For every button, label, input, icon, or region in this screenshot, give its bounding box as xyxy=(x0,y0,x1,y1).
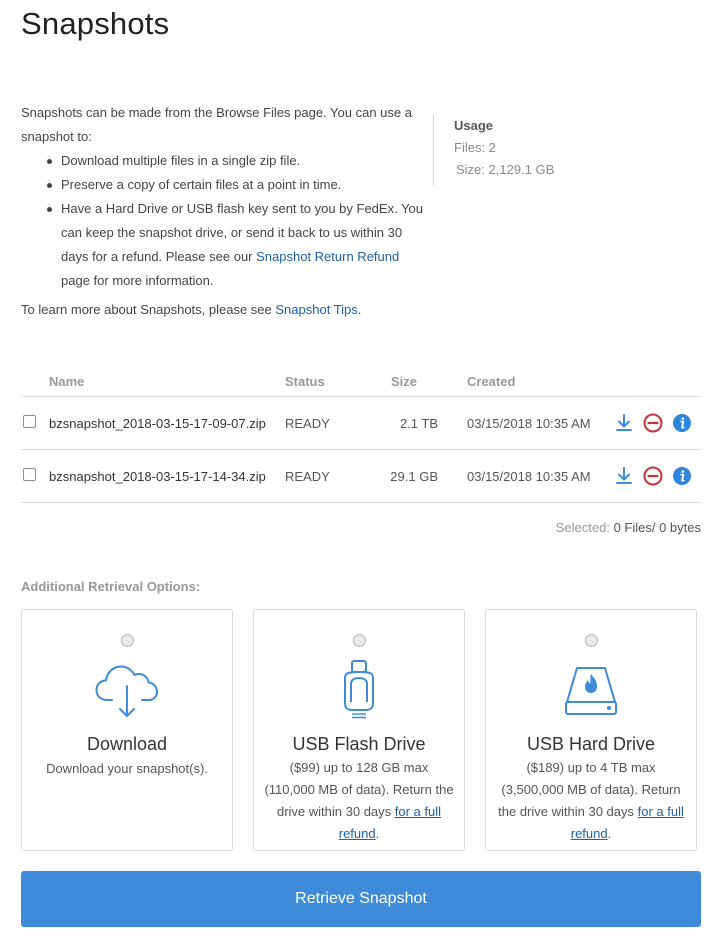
option-radio-download[interactable] xyxy=(121,634,134,647)
snapshot-created: 03/15/2018 10:35 AM xyxy=(467,469,591,484)
option-radio-usb-flash-drive[interactable] xyxy=(353,634,366,647)
usage-files-label: Files: xyxy=(454,140,489,155)
option-description: ($99) up to 128 GB max (110,000 MB of da… xyxy=(264,757,454,845)
option-description-tail: . xyxy=(607,826,612,841)
column-header-size[interactable]: Size xyxy=(391,374,417,389)
usb-flash-drive-icon xyxy=(254,658,464,720)
snapshot-status: READY xyxy=(285,469,330,484)
snapshot-status: READY xyxy=(285,416,330,431)
learn-more-tail: . xyxy=(357,302,362,317)
option-description-tail: . xyxy=(375,826,380,841)
snapshot-size: 2.1 TB xyxy=(399,416,438,431)
snapshot-name: bzsnapshot_2018-03-15-17-14-34.zip xyxy=(49,469,266,484)
page-title: Snapshots xyxy=(21,6,170,41)
selection-summary: Selected: 0 Files/ 0 bytes xyxy=(556,520,701,535)
download-icon[interactable] xyxy=(614,466,634,486)
learn-more-label: To learn more about Snapshots, please se… xyxy=(21,302,276,317)
column-header-status[interactable]: Status xyxy=(285,374,325,389)
row-checkbox[interactable] xyxy=(23,468,36,481)
snapshot-size: 29.1 GB xyxy=(390,469,438,484)
option-title: Download xyxy=(86,734,168,754)
option-title: USB Hard Drive xyxy=(526,734,656,754)
usage-files: Files: 2 xyxy=(454,140,554,155)
selection-label: Selected: xyxy=(555,520,614,535)
snapshot-created: 03/15/2018 10:35 AM xyxy=(467,416,591,431)
intro-section: Snapshots can be made from the Browse Fi… xyxy=(21,101,431,293)
option-card-download[interactable]: Download Download your snapshot(s). xyxy=(21,609,233,851)
column-header-created[interactable]: Created xyxy=(467,374,515,389)
learn-more-text: To learn more about Snapshots, please se… xyxy=(21,302,361,317)
usage-size: Size: 2,129.1 GB xyxy=(454,162,554,177)
column-header-name[interactable]: Name xyxy=(49,374,84,389)
selection-value: 0 Files/ 0 bytes xyxy=(613,520,701,535)
usage-size-value: 2,129.1 GB xyxy=(488,162,555,177)
cloud-download-icon xyxy=(22,658,232,720)
option-card-usb-flash-drive[interactable]: USB Flash Drive ($99) up to 128 GB max (… xyxy=(253,609,465,851)
usage-panel: Usage Files: 2 Size: 2,129.1 GB xyxy=(433,114,554,186)
hard-drive-icon xyxy=(486,658,696,720)
delete-icon[interactable] xyxy=(643,466,663,486)
info-icon[interactable] xyxy=(672,466,692,486)
option-radio-usb-hard-drive[interactable] xyxy=(585,634,598,647)
option-description: ($189) up to 4 TB max (3,500,000 MB of d… xyxy=(496,757,686,845)
snapshot-name: bzsnapshot_2018-03-15-17-09-07.zip xyxy=(49,416,266,431)
intro-bullet: Preserve a copy of certain files at a po… xyxy=(43,173,431,197)
retrieval-options-heading: Additional Retrieval Options: xyxy=(21,579,201,594)
intro-bullet-list: Download multiple files in a single zip … xyxy=(43,149,431,293)
snapshot-tips-link[interactable]: Snapshot Tips xyxy=(275,302,357,317)
retrieve-snapshot-button[interactable]: Retrieve Snapshot xyxy=(21,871,701,927)
intro-bullet: Have a Hard Drive or USB flash key sent … xyxy=(43,197,431,293)
usage-files-value: 2 xyxy=(488,140,496,155)
usage-title: Usage xyxy=(454,118,494,133)
row-checkbox[interactable] xyxy=(23,415,36,428)
delete-icon[interactable] xyxy=(643,413,663,433)
retrieval-options: Download Download your snapshot(s). USB … xyxy=(21,609,701,851)
info-icon[interactable] xyxy=(672,413,692,433)
table-row: bzsnapshot_2018-03-15-17-14-34.zip READY… xyxy=(21,450,701,503)
table-header: Name Status Size Created xyxy=(21,367,701,397)
intro-text: Snapshots can be made from the Browse Fi… xyxy=(21,105,412,144)
intro-bullet-tail: page for more information. xyxy=(61,273,214,288)
option-description: Download your snapshot(s). xyxy=(46,761,208,776)
download-icon[interactable] xyxy=(614,413,634,433)
option-card-usb-hard-drive[interactable]: USB Hard Drive ($189) up to 4 TB max (3,… xyxy=(485,609,697,851)
table-row: bzsnapshot_2018-03-15-17-09-07.zip READY… xyxy=(21,397,701,450)
snapshot-return-refund-link[interactable]: Snapshot Return Refund xyxy=(256,249,399,264)
intro-bullet: Download multiple files in a single zip … xyxy=(43,149,431,173)
option-title: USB Flash Drive xyxy=(292,734,426,754)
snapshots-table: Name Status Size Created bzsnapshot_2018… xyxy=(21,367,701,503)
usage-size-label: Size: xyxy=(456,162,489,177)
